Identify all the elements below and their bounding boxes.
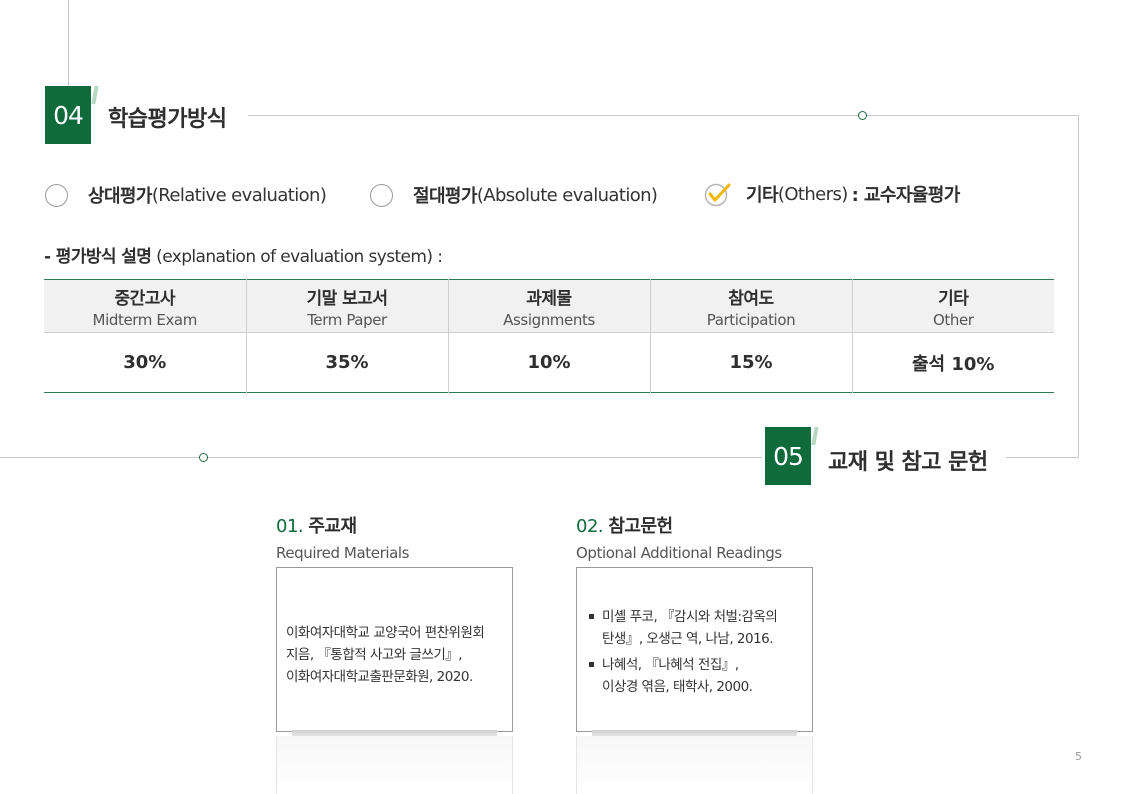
page-number: 5 (1075, 750, 1082, 763)
connector-vertical-left (68, 0, 69, 92)
required-materials-heading: 01. 주교재 Required Materials (276, 512, 409, 562)
connector-right-short (1006, 457, 1079, 458)
section-number-04: 04 (45, 86, 91, 144)
option-absolute-en: (Absolute evaluation) (476, 184, 658, 206)
required-materials-text: 이화여자대학교 교양국어 편찬위원회 지음, 『통합적 사고와 글쓰기』, 이화… (286, 625, 485, 685)
evaluation-table: 중간고사 Midterm Exam 기말 보고서 Term Paper 과제물 Ass… (44, 279, 1054, 393)
section-title-references: 교재 및 참고 문헌 (820, 444, 996, 476)
list-item: 미셸 푸코, 『감시와 처벌:감옥의 탄생』, 오생근 역, 나남, 2016. (588, 606, 806, 650)
required-number: 01. (276, 516, 304, 537)
connector-top-horizontal (248, 115, 1079, 116)
optional-readings-list: 미셸 푸코, 『감시와 처벌:감옥의 탄생』, 오생근 역, 나남, 2016. … (588, 606, 806, 702)
required-card-reflection (276, 736, 513, 794)
table-header-cell: 참여도 Participation (649, 279, 852, 333)
required-materials-card: 이화여자대학교 교양국어 편찬위원회 지음, 『통합적 사고와 글쓰기』, 이화… (276, 567, 513, 737)
option-others[interactable]: 기타 (Others) : 교수자율평가 (704, 181, 960, 207)
section-number-05: 05 (765, 427, 811, 485)
option-absolute[interactable]: 절대평가 (Absolute evaluation) (370, 182, 658, 208)
explanation-en: (explanation of evaluation system) : (156, 247, 443, 267)
option-others-suffix: : 교수자율평가 (851, 185, 961, 206)
connector-right-vertical (1078, 115, 1079, 458)
radio-absolute[interactable] (370, 183, 393, 207)
table-cell: 10% (447, 332, 650, 393)
optional-number: 02. (576, 516, 604, 537)
list-item: 나혜석, 『나혜석 전집』, 이상경 엮음, 태학사, 2000. (588, 654, 806, 698)
option-relative-en: (Relative evaluation) (151, 184, 327, 206)
optional-readings-heading: 02. 참고문헌 Optional Additional Readings (576, 512, 782, 562)
table-header-cell: 과제물 Assignments (447, 279, 650, 333)
table-header-cell: 기말 보고서 Term Paper (245, 279, 448, 333)
connector-dot-top (858, 111, 867, 120)
radio-relative[interactable] (45, 183, 68, 207)
table-header-cell: 중간고사 Midterm Exam (44, 279, 246, 333)
check-icon (704, 183, 731, 207)
section-title-evaluation: 학습평가방식 (100, 101, 235, 133)
connector-middle-horizontal (0, 457, 762, 458)
table-cell: 30% (123, 352, 167, 373)
required-subtitle: Required Materials (276, 544, 410, 562)
optional-readings-card: 미셸 푸코, 『감시와 처벌:감옥의 탄생』, 오생근 역, 나남, 2016. … (576, 567, 813, 737)
table-row: 30% 35% 10% 15% 출석 10% (44, 332, 1054, 393)
checked-radio-others[interactable] (704, 181, 732, 207)
optional-title: 참고문헌 (608, 516, 673, 537)
table-cell: 35% (245, 332, 448, 393)
option-relative-ko: 상대평가 (88, 186, 152, 207)
option-others-ko: 기타 (746, 185, 779, 206)
option-absolute-ko: 절대평가 (413, 186, 477, 207)
option-relative[interactable]: 상대평가 (Relative evaluation) (45, 182, 327, 208)
table-header-row: 중간고사 Midterm Exam 기말 보고서 Term Paper 과제물 Ass… (44, 279, 1054, 333)
table-cell: 15% (649, 332, 852, 393)
explanation-ko: - 평가방식 설명 (44, 247, 152, 267)
optional-subtitle: Optional Additional Readings (576, 544, 782, 562)
table-cell: 출석 10% (851, 332, 1054, 393)
connector-dot-middle (199, 453, 208, 462)
option-others-en: (Others) (777, 183, 848, 205)
required-title: 주교재 (308, 516, 357, 537)
explanation-label: - 평가방식 설명 (explanation of evaluation sys… (44, 242, 443, 267)
table-header-cell: 기타 Other (851, 279, 1054, 333)
optional-card-reflection (576, 736, 813, 794)
